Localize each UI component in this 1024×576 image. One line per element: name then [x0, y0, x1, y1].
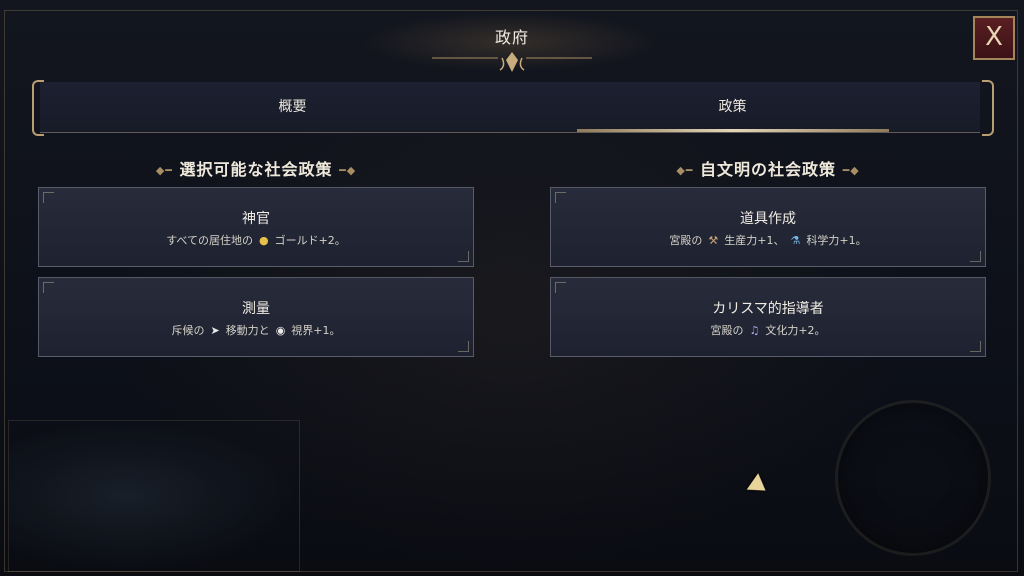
available-policies-heading: ◆━ 選択可能な社会政策 ━◆ [38, 156, 474, 180]
policy-card-priest[interactable]: 神官 すべての居住地の ● ゴールド+2。 [38, 187, 474, 267]
available-policies-heading-text: 選択可能な社会政策 [179, 160, 333, 179]
policy-card-description: 宮殿の ♫ 文化力+2。 [551, 322, 985, 338]
policy-card-toolmaking[interactable]: 道具作成 宮殿の ⚒ 生産力+1、 ⚗ 科学力+1。 [550, 187, 986, 267]
desc-text: 移動力と [225, 324, 270, 337]
tab-bracket-right [982, 80, 994, 136]
sight-icon: ◉ [275, 324, 286, 337]
heading-ornament-icon: ◆━ [155, 164, 173, 177]
heading-ornament-icon: ━◆ [339, 164, 357, 177]
desc-text: すべての居住地の [166, 234, 253, 247]
policy-card-survey[interactable]: 測量 斥候の ➤ 移動力と ◉ 視界+1。 [38, 277, 474, 357]
desc-text: 生産力+1、 [724, 234, 785, 247]
policy-card-description: すべての居住地の ● ゴールド+2。 [39, 232, 473, 248]
flask-icon: ⚗ [790, 234, 801, 247]
policy-card-description: 宮殿の ⚒ 生産力+1、 ⚗ 科学力+1。 [551, 232, 985, 248]
own-civ-policies-heading: ◆━ 自文明の社会政策 ━◆ [550, 156, 986, 180]
policy-card-title: 道具作成 [740, 211, 796, 227]
tab-bar: 概要 政策 [40, 82, 980, 133]
tab-overview[interactable]: 概要 [40, 82, 545, 132]
desc-text: 視界+1。 [291, 324, 341, 337]
policy-card-description: 斥候の ➤ 移動力と ◉ 視界+1。 [39, 322, 473, 338]
panel-title: 政府 [494, 28, 529, 47]
hammer-icon: ⚒ [708, 234, 719, 247]
title-ornament-icon [432, 52, 592, 72]
policy-card-title: カリスマ的指導者 [712, 301, 824, 317]
heading-ornament-icon: ━◆ [842, 164, 860, 177]
desc-text: 斥候の [171, 324, 205, 337]
policy-card-title: 神官 [242, 211, 270, 227]
own-civ-policies-heading-text: 自文明の社会政策 [699, 160, 836, 179]
game-screen: 政府 X 概要 政策 ◆━ 選択可能な社会政策 ━◆ 神官 すべての居住地の ● ゴ… [0, 0, 1024, 576]
desc-text: 科学力+1。 [806, 234, 867, 247]
music-note-icon: ♫ [749, 324, 760, 337]
active-tab-underline [577, 129, 889, 132]
desc-text: 宮殿の [669, 234, 703, 247]
movement-icon: ➤ [210, 324, 220, 337]
policy-card-charismatic-leader[interactable]: カリスマ的指導者 宮殿の ♫ 文化力+2。 [550, 277, 986, 357]
close-button[interactable]: X [973, 16, 1015, 60]
gold-icon: ● [258, 234, 269, 247]
heading-ornament-icon: ◆━ [676, 164, 694, 177]
policy-card-title: 測量 [242, 301, 270, 317]
desc-text: ゴールド+2。 [274, 234, 346, 247]
tab-policy[interactable]: 政策 [575, 82, 890, 132]
desc-text: 宮殿の [710, 324, 744, 337]
desc-text: 文化力+2。 [765, 324, 826, 337]
